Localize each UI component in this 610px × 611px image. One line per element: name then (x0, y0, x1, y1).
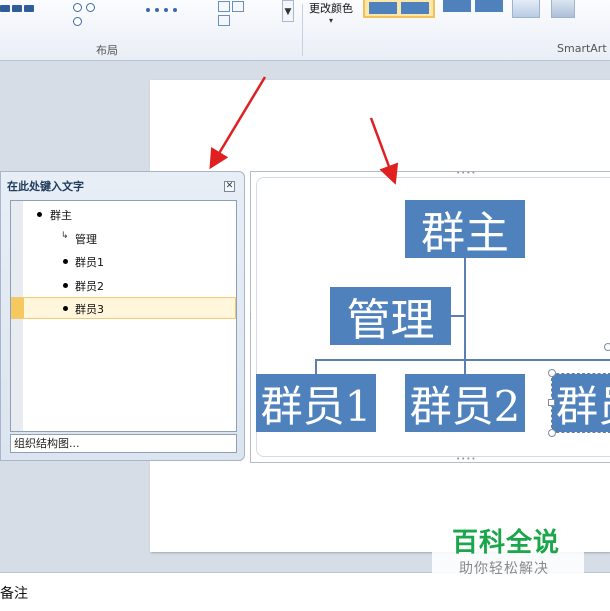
change-colors-button[interactable]: 更改颜色 (309, 0, 353, 16)
list-item[interactable]: 群员2 (11, 274, 236, 296)
selection-outline (551, 373, 610, 433)
resize-handle-top-left[interactable] (548, 369, 556, 377)
bullet-icon (37, 212, 42, 217)
smartart-style-selected[interactable] (363, 0, 435, 18)
chevron-down-icon: ▼ (284, 7, 292, 17)
org-box-root[interactable]: 群主 (405, 200, 525, 258)
frame-resize-grip-bottom[interactable]: •••• (456, 456, 477, 463)
list-item-label: 管理 (75, 233, 97, 246)
close-icon[interactable]: ✕ (224, 181, 235, 192)
smartart-text-pane: 在此处键入文字 ✕ 群主 ↳ 管理 群员1 群员2 群员3 组织结构图... ⋮ (0, 171, 254, 461)
connector-horizontal (315, 359, 610, 361)
watermark-subtitle: 助你轻松解决 (459, 561, 549, 577)
org-chart-link[interactable]: 组织结构图... (10, 434, 237, 453)
watermark-logo: 百科全说 (452, 528, 561, 558)
chevron-down-icon[interactable]: ▾ (329, 16, 333, 25)
rotate-handle[interactable] (604, 343, 610, 351)
list-item-selected[interactable]: 群员3 (11, 297, 236, 319)
bullet-icon (63, 283, 68, 288)
layout-thumbnail-3[interactable] (146, 1, 182, 12)
text-pane-title: 在此处键入文字 (7, 180, 84, 193)
list-item-label: 群员2 (75, 280, 104, 293)
list-item-label: 群员1 (75, 256, 104, 269)
group-divider (302, 4, 303, 56)
gallery-more-button[interactable]: ▼ (282, 0, 294, 22)
connector-member-2 (464, 359, 466, 374)
list-item-label: 群主 (50, 209, 72, 222)
assistant-arrow-icon: ↳ (61, 231, 69, 241)
org-box-assistant[interactable]: 管理 (330, 287, 451, 345)
smartart-style-4[interactable] (551, 0, 575, 18)
watermark: 百科全说 助你轻松解决 (432, 520, 584, 582)
resize-handle-left[interactable] (548, 399, 555, 406)
org-box-member-2[interactable]: 群员2 (405, 374, 525, 432)
bullet-icon (63, 259, 68, 264)
layout-thumbnail-1[interactable] (0, 1, 36, 12)
bullet-icon (63, 306, 68, 311)
smartart-style-3[interactable] (512, 0, 540, 18)
connector-member-1 (315, 359, 317, 374)
smartart-style-2[interactable] (439, 0, 505, 18)
notes-label: 备注 (0, 586, 28, 602)
frame-resize-grip-top[interactable]: •••• (456, 170, 477, 177)
ribbon: ▼ 布局 更改颜色 ▾ SmartArt (0, 0, 610, 61)
layout-thumbnail-2[interactable] (73, 1, 109, 26)
selection-marker (12, 298, 24, 318)
connector-assistant (451, 315, 465, 317)
outline-list[interactable]: 群主 ↳ 管理 群员1 群员2 群员3 (10, 200, 237, 432)
resize-handle-bottom-left[interactable] (548, 429, 556, 437)
list-item[interactable]: 群主 (11, 203, 236, 225)
list-item-label: 群员3 (75, 303, 104, 316)
group-label-layout: 布局 (96, 44, 118, 57)
connector-vertical-root (464, 258, 466, 360)
org-box-member-1[interactable]: 群员1 (256, 374, 376, 432)
group-label-smartart-styles: SmartArt (557, 42, 607, 55)
layout-thumbnail-4[interactable] (218, 1, 254, 26)
list-item[interactable]: ↳ 管理 (11, 227, 236, 249)
list-item[interactable]: 群员1 (11, 250, 236, 272)
pane-resize-grip[interactable]: ⋮ (247, 312, 254, 320)
